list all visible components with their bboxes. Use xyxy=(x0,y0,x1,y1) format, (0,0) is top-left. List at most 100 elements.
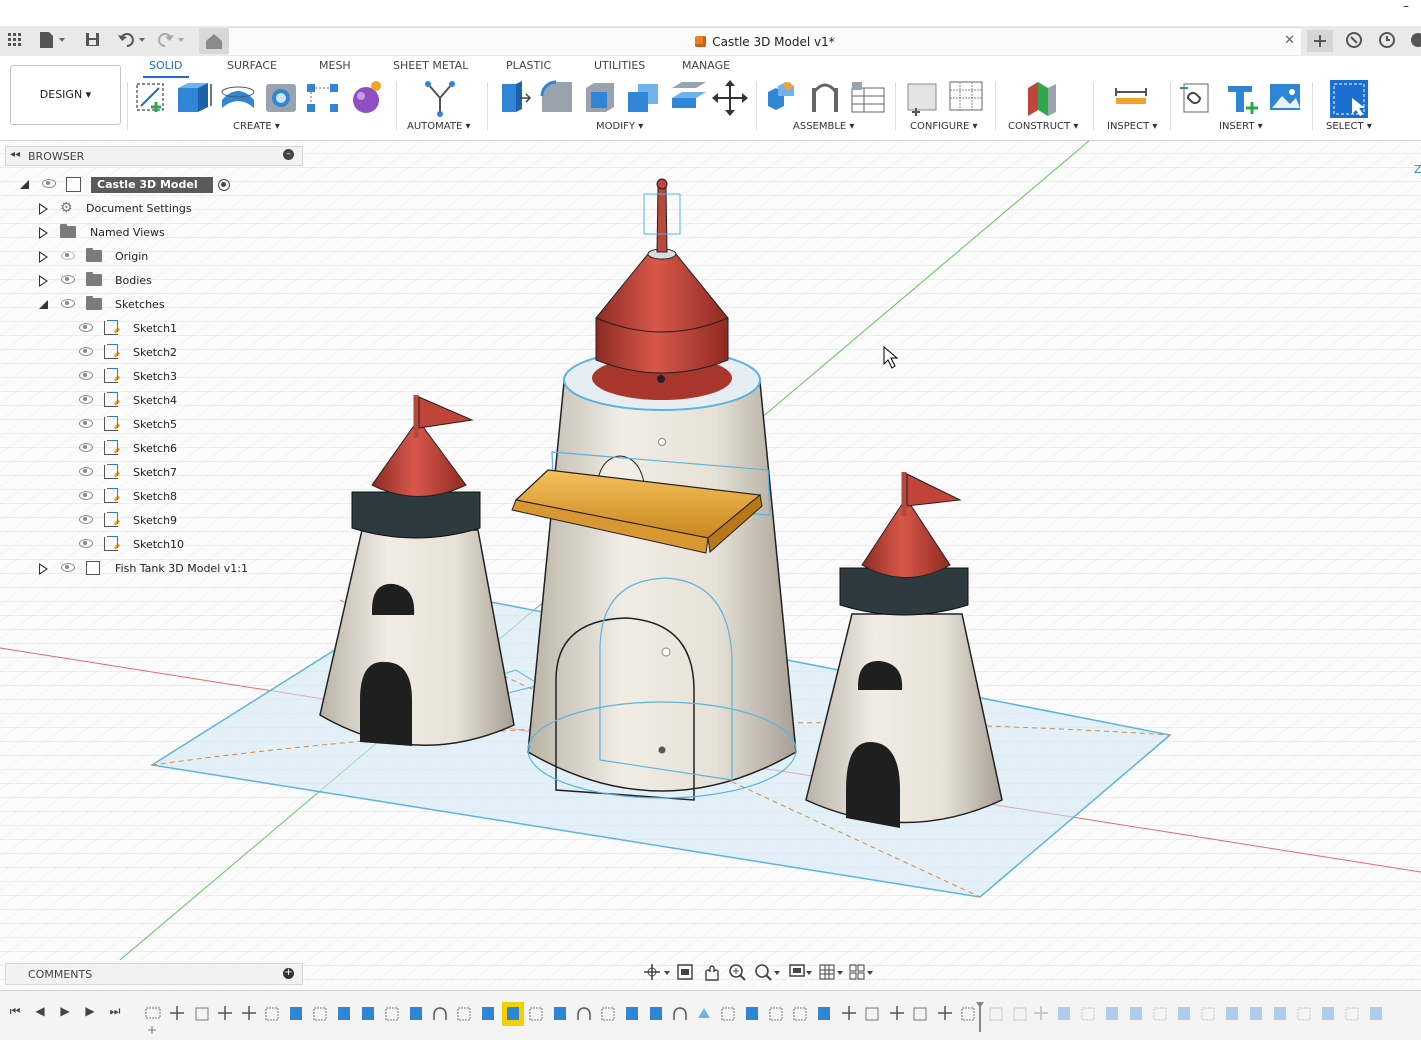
tab-surface[interactable]: SURFACE xyxy=(227,59,277,77)
comments-panel[interactable]: COMMENTS + xyxy=(5,963,303,985)
pattern-icon[interactable] xyxy=(307,84,338,112)
tree-item-named-views[interactable]: Named Views xyxy=(0,222,300,244)
configure-menu[interactable]: CONFIGURE ▾ xyxy=(910,121,978,132)
fillet-icon[interactable] xyxy=(540,80,572,112)
shell-icon[interactable] xyxy=(586,83,614,112)
visibility-eye-icon[interactable] xyxy=(79,395,93,404)
combine-icon[interactable] xyxy=(628,84,658,112)
automate-icon[interactable] xyxy=(425,81,455,117)
tree-item-sketch1[interactable]: Sketch1 xyxy=(0,318,300,340)
tab-utilities[interactable]: UTILITIES xyxy=(594,59,645,77)
insert-menu[interactable]: INSERT ▾ xyxy=(1219,121,1263,132)
pan-icon[interactable] xyxy=(705,965,719,981)
undo-icon[interactable] xyxy=(118,33,145,47)
tree-item-origin[interactable]: Origin xyxy=(0,246,300,268)
joint-icon[interactable] xyxy=(812,83,838,112)
modify-menu[interactable]: MODIFY ▾ xyxy=(596,121,643,132)
expand-icon[interactable] xyxy=(39,203,48,215)
hidden-eye-icon[interactable] xyxy=(61,251,75,260)
activate-component-icon[interactable] xyxy=(218,179,230,191)
history-icon[interactable] xyxy=(1379,32,1395,48)
minimize-button[interactable]: – xyxy=(1399,0,1413,15)
visibility-eye-icon[interactable] xyxy=(42,179,56,188)
tree-item-linked-component[interactable]: Fish Tank 3D Model v1:1 xyxy=(0,558,300,580)
minimize-panel-icon[interactable]: – xyxy=(283,149,294,160)
go-to-start-icon[interactable]: ⏮ xyxy=(8,1004,22,1018)
collapse-panel-icon[interactable]: ◂◂ xyxy=(10,149,20,160)
visibility-eye-icon[interactable] xyxy=(61,275,75,284)
construct-menu[interactable]: CONSTRUCT ▾ xyxy=(1008,121,1078,132)
tree-item-sketch3[interactable]: Sketch3 xyxy=(0,366,300,388)
visibility-eye-icon[interactable] xyxy=(79,443,93,452)
tree-item-sketch8[interactable]: Sketch8 xyxy=(0,486,300,508)
tree-item-sketch2[interactable]: Sketch2 xyxy=(0,342,300,364)
visibility-eye-icon[interactable] xyxy=(79,347,93,356)
viewcube-edge[interactable]: Z xyxy=(1414,163,1421,176)
play-icon[interactable]: ▶ xyxy=(58,1004,72,1018)
create-sketch-icon[interactable] xyxy=(136,83,164,112)
extensions-icon[interactable] xyxy=(1346,32,1362,48)
hole-icon[interactable] xyxy=(266,84,296,112)
configure-table-icon[interactable] xyxy=(949,81,983,111)
browser-panel-header[interactable]: ◂◂ BROWSER – xyxy=(5,146,303,166)
expand-icon[interactable] xyxy=(39,227,48,239)
select-icon[interactable] xyxy=(1330,80,1368,118)
insert-mcmaster-icon[interactable] xyxy=(1228,86,1258,114)
revolve-icon[interactable] xyxy=(221,86,255,108)
step-forward-icon[interactable]: ▶ xyxy=(83,1004,97,1018)
collapse-icon[interactable] xyxy=(20,180,29,189)
timeline-settings-icon[interactable] xyxy=(148,1026,156,1034)
visibility-eye-icon[interactable] xyxy=(79,467,93,476)
viewports-icon[interactable] xyxy=(849,964,873,980)
document-tab[interactable]: Castle 3D Model v1* ✕ xyxy=(229,27,1301,55)
offset-plane-icon[interactable] xyxy=(1028,82,1056,116)
zoom-icon[interactable] xyxy=(729,964,746,981)
tree-item-bodies[interactable]: Bodies xyxy=(0,270,300,292)
tab-mesh[interactable]: MESH xyxy=(319,59,351,77)
root-component-label[interactable]: Castle 3D Model v1 xyxy=(91,177,213,204)
configure-icon[interactable] xyxy=(907,83,937,116)
workspace-switcher[interactable]: DESIGN ▾ xyxy=(10,65,121,125)
tab-sheet-metal[interactable]: SHEET METAL xyxy=(393,59,468,77)
expand-icon[interactable] xyxy=(39,563,48,575)
create-form-icon[interactable] xyxy=(353,81,381,113)
visibility-eye-icon[interactable] xyxy=(61,299,75,308)
visibility-eye-icon[interactable] xyxy=(79,539,93,548)
go-to-end-icon[interactable]: ⏭ xyxy=(108,1004,122,1018)
table-icon[interactable] xyxy=(851,82,885,113)
insert-derive-icon[interactable] xyxy=(1180,83,1209,113)
look-at-icon[interactable] xyxy=(677,964,693,980)
visibility-eye-icon[interactable] xyxy=(79,371,93,380)
notification-icon[interactable] xyxy=(1411,33,1421,47)
timeline-suppressed-features[interactable] xyxy=(989,1006,1382,1021)
assemble-menu[interactable]: ASSEMBLE ▾ xyxy=(793,121,854,132)
tree-item-sketch10[interactable]: Sketch10 xyxy=(0,534,300,556)
timeline-feature-list[interactable] xyxy=(145,1002,984,1032)
offset-face-icon[interactable] xyxy=(672,82,706,108)
inspect-menu[interactable]: INSPECT ▾ xyxy=(1107,121,1157,132)
visibility-eye-icon[interactable] xyxy=(79,515,93,524)
tab-plastic[interactable]: PLASTIC xyxy=(506,59,551,77)
measure-icon[interactable] xyxy=(1115,88,1147,104)
tree-item-sketches[interactable]: Sketches xyxy=(0,294,300,316)
new-component-icon[interactable] xyxy=(768,82,794,110)
visibility-eye-icon[interactable] xyxy=(79,419,93,428)
extrude-icon[interactable] xyxy=(178,83,212,112)
tab-manage[interactable]: MANAGE xyxy=(682,59,730,77)
expand-icon[interactable] xyxy=(39,275,48,287)
close-tab-icon[interactable]: ✕ xyxy=(1284,33,1295,48)
display-settings-icon[interactable] xyxy=(789,964,812,977)
home-button[interactable] xyxy=(199,28,229,54)
tree-item-sketch5[interactable]: Sketch5 xyxy=(0,414,300,436)
orbit-icon[interactable] xyxy=(644,964,670,980)
tree-item-sketch4[interactable]: Sketch4 xyxy=(0,390,300,412)
move-icon[interactable] xyxy=(712,80,748,116)
redo-icon[interactable] xyxy=(158,33,184,47)
visibility-eye-icon[interactable] xyxy=(61,563,75,572)
file-icon[interactable] xyxy=(40,32,65,48)
press-pull-icon[interactable] xyxy=(502,81,532,112)
tree-item-sketch7[interactable]: Sketch7 xyxy=(0,462,300,484)
tree-item-sketch6[interactable]: Sketch6 xyxy=(0,438,300,460)
visibility-eye-icon[interactable] xyxy=(79,491,93,500)
fit-icon[interactable] xyxy=(755,964,780,981)
